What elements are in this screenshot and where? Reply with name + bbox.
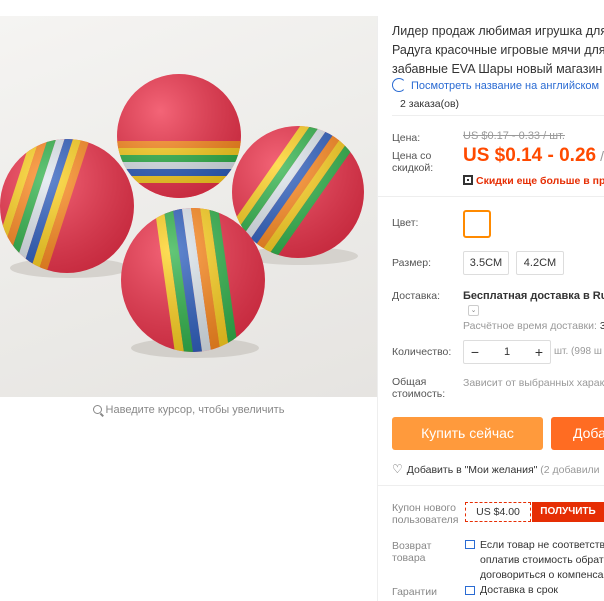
old-price: US $0.17 - 0.33 / шт. xyxy=(463,130,565,142)
guarantee-label: Гарантии xyxy=(392,586,437,598)
wishlist-count: (2 добавили xyxy=(540,464,600,476)
add-to-wishlist-link[interactable]: ♡ Добавить в "Мои желания" (2 добавили xyxy=(392,462,600,476)
zoom-hint: Наведите курсор, чтобы увеличить xyxy=(0,404,377,416)
coupon-label-line: пользователя xyxy=(392,514,459,526)
returns-label-line: Возврат xyxy=(392,540,432,552)
size-option-42[interactable]: 4.2CM xyxy=(516,251,564,275)
price-unit: / ш xyxy=(600,148,604,164)
total-label-line: стоимость: xyxy=(392,388,446,400)
current-price: US $0.14 - 0.26/ ш xyxy=(463,145,604,167)
qr-code-icon xyxy=(463,175,473,185)
product-title-line: Лидер продаж любимая игрушка для xyxy=(392,24,604,38)
total-value: Зависит от выбранных харак xyxy=(463,377,604,389)
translate-link-text: Посмотреть название на английском xyxy=(411,80,600,92)
shipping-value: Бесплатная доставка в Russ xyxy=(463,290,604,302)
wishlist-text: Добавить в "Мои желания" xyxy=(406,464,538,476)
color-option[interactable] xyxy=(463,210,491,238)
returns-label-line: товара xyxy=(392,552,426,564)
zoom-hint-text: Наведите курсор, чтобы увеличить xyxy=(105,404,285,416)
quantity-label: Количество: xyxy=(392,346,452,358)
shipping-label: Доставка: xyxy=(392,290,441,302)
magnifier-icon xyxy=(92,405,102,414)
price-label: Цена: xyxy=(392,132,421,144)
returns-text-line: Если товар не соответству xyxy=(480,539,604,551)
discount-label-line: Цена со xyxy=(392,150,432,162)
quantity-input[interactable]: 1 xyxy=(486,341,528,363)
translate-link[interactable]: Посмотреть название на английском xyxy=(392,78,599,92)
gallery-panel: Наведите курсор, чтобы увеличить xyxy=(0,0,377,601)
guarantee-text: Доставка в срок xyxy=(480,584,559,596)
returns-text-line: оплатив стоимость обрат xyxy=(480,554,604,566)
get-coupon-button[interactable]: ПОЛУЧИТЬ xyxy=(532,502,604,522)
delivery-time: Расчётное время доставки: 3 xyxy=(463,320,604,332)
size-label: Размер: xyxy=(392,257,432,269)
delivery-time-label: Расчётное время доставки: xyxy=(463,320,597,332)
coupon-amount: US $4.00 xyxy=(465,502,531,522)
product-title-line: Радуга красочные игровые мячи для xyxy=(392,43,604,57)
returns-text-line: договориться о компенса xyxy=(480,569,604,581)
size-option-35[interactable]: 3.5CM xyxy=(463,251,509,275)
add-to-cart-button[interactable]: Доба xyxy=(551,417,604,450)
color-label: Цвет: xyxy=(392,217,419,229)
coupon-label-line: Купон нового xyxy=(392,502,456,514)
divider xyxy=(392,115,604,116)
returns-text: Если товар не соответству оплатив стоимо… xyxy=(480,538,604,583)
rainbow-balls-image xyxy=(0,74,364,358)
current-price-value: US $0.14 - 0.26 xyxy=(463,145,597,166)
product-image[interactable] xyxy=(0,16,377,397)
returns-label: Возврат товара xyxy=(392,540,431,564)
app-discount-text: Скидки еще больше в при xyxy=(476,175,604,187)
chevron-down-icon[interactable]: ⌄ xyxy=(468,305,479,316)
delivery-guarantee-icon xyxy=(465,586,475,595)
quantity-increase-button[interactable]: + xyxy=(528,341,550,363)
heart-icon: ♡ xyxy=(392,462,403,476)
coupon-label: Купон нового пользователя xyxy=(392,502,459,526)
orders-count: 2 заказа(ов) xyxy=(400,98,460,110)
buy-now-button[interactable]: Купить сейчас xyxy=(392,417,543,450)
divider xyxy=(378,485,604,486)
discount-label-line: скидкой: xyxy=(392,162,434,174)
returns-icon xyxy=(465,540,475,549)
quantity-stepper: − 1 + xyxy=(463,340,551,364)
total-label-line: Общая xyxy=(392,376,427,388)
app-discount-link[interactable]: Скидки еще больше в при xyxy=(463,175,604,187)
divider xyxy=(378,196,604,197)
product-info-panel: Лидер продаж любимая игрушка для Радуга … xyxy=(378,0,604,601)
quantity-decrease-button[interactable]: − xyxy=(464,341,486,363)
total-label: Общая стоимость: xyxy=(392,376,445,400)
discount-price-label: Цена со скидкой: xyxy=(392,150,433,174)
product-title: Лидер продаж любимая игрушка для Радуга … xyxy=(392,22,604,79)
quantity-available: шт. (998 ш xyxy=(554,346,602,357)
product-title-line: забавные EVA Шары новый магазин xyxy=(392,62,603,76)
delivery-time-value: 3 xyxy=(599,320,604,332)
translate-icon xyxy=(392,78,406,92)
